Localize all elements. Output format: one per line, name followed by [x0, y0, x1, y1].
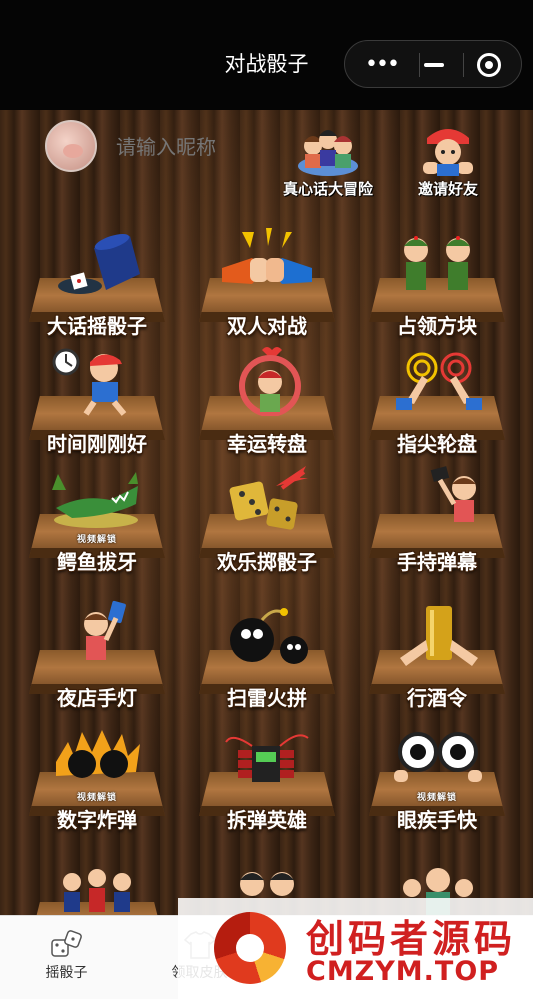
game-label: 占领方块	[397, 314, 477, 338]
game-label: 时间刚刚好	[47, 432, 147, 456]
tab-dice[interactable]: 摇骰子	[0, 916, 133, 999]
app-frame: 对战骰子 ••• 真心话大冒险	[0, 0, 533, 999]
game-label: 手持弹幕	[397, 550, 477, 574]
golden-dice-icon	[222, 464, 312, 534]
minimize-icon[interactable]	[424, 63, 444, 67]
watermark-text-en: CMZYM.TOP	[306, 956, 500, 987]
soldiers-icon	[392, 228, 482, 298]
game-tile-bomb-defuser[interactable]: 拆弹英雄	[192, 722, 342, 842]
game-label: 幸运转盘	[227, 432, 307, 456]
avatar[interactable]	[45, 120, 97, 172]
game-tile-occupy-blocks[interactable]: 占领方块	[362, 228, 512, 348]
game-label: 双人对战	[227, 314, 307, 338]
crocodile-icon	[52, 464, 142, 534]
mini-program-capsule: •••	[344, 40, 522, 88]
watermark-logo	[214, 912, 286, 984]
game-tile-number-bomb[interactable]: 视频解锁 数字炸弹	[22, 722, 172, 842]
game-label: 扫雷火拼	[227, 686, 307, 710]
wine-glass-icon	[392, 600, 482, 670]
game-label: 大话摇骰子	[47, 314, 147, 338]
dice-cup-icon	[52, 228, 142, 298]
bomb-icon	[222, 600, 312, 670]
video-unlock-badge: 视频解锁	[76, 535, 117, 545]
game-tile-just-in-time[interactable]: 时间刚刚好	[22, 346, 172, 466]
game-label: 数字炸弹	[57, 808, 137, 832]
number-bomb-icon	[52, 722, 142, 792]
game-tile-quick-eyes[interactable]: 视频解锁 眼疾手快	[362, 722, 512, 842]
video-unlock-badge: 视频解锁	[416, 793, 457, 803]
game-tile-happy-dice[interactable]: 欢乐掷骰子	[192, 464, 342, 584]
roulette-icon	[222, 346, 312, 417]
game-label: 鳄鱼拔牙	[57, 550, 137, 574]
clock-boy-icon	[52, 346, 142, 416]
game-label: 指尖轮盘	[397, 432, 477, 456]
fist-bump-icon	[222, 228, 312, 298]
team-icon	[52, 852, 142, 922]
game-label: 眼疾手快	[397, 808, 477, 832]
game-label: 行酒令	[407, 686, 467, 710]
title-bar: 对战骰子 •••	[0, 0, 533, 110]
watermark-text-cn: 创码者源码	[306, 917, 517, 961]
eyes-icon	[392, 722, 482, 792]
truth-or-dare-icon	[293, 120, 363, 178]
game-tile-liars-dice[interactable]: 大话摇骰子	[22, 228, 172, 348]
more-icon[interactable]: •••	[365, 54, 401, 76]
capsule-divider	[419, 53, 420, 77]
game-label: 欢乐掷骰子	[217, 550, 317, 574]
dynamite-icon	[222, 722, 312, 792]
tab-label: 摇骰子	[45, 965, 88, 981]
finger-tap-icon	[392, 346, 482, 416]
card-boy-icon	[392, 464, 482, 534]
watermark: 创码者源码 CMZYM.TOP	[178, 898, 533, 999]
capsule-divider	[463, 53, 464, 77]
phone-light-icon	[52, 600, 142, 670]
game-tile-drinking-game[interactable]: 行酒令	[362, 600, 512, 720]
game-tile-handheld-danmaku[interactable]: 手持弹幕	[362, 464, 512, 584]
invite-friend-button[interactable]: 邀请好友	[406, 120, 490, 199]
game-tile-crocodile-teeth[interactable]: 视频解锁 鳄鱼拔牙	[22, 464, 172, 584]
game-label: 夜店手灯	[57, 686, 137, 710]
nickname-input[interactable]	[116, 133, 276, 161]
invite-friend-label: 邀请好友	[417, 180, 478, 198]
close-icon[interactable]	[477, 53, 501, 77]
game-label: 拆弹英雄	[227, 808, 307, 832]
game-tile-duel[interactable]: 双人对战	[192, 228, 342, 348]
game-tile-club-light[interactable]: 夜店手灯	[22, 600, 172, 720]
dice-icon	[50, 930, 84, 960]
truth-or-dare-label: 真心话大冒险	[282, 180, 373, 198]
game-tile-lucky-wheel[interactable]: 幸运转盘	[192, 346, 342, 466]
game-tile-finger-roulette[interactable]: 指尖轮盘	[362, 346, 512, 466]
invite-friend-icon	[413, 120, 483, 178]
truth-or-dare-button[interactable]: 真心话大冒险	[276, 120, 380, 199]
game-tile-minesweeper[interactable]: 扫雷火拼	[192, 600, 342, 720]
video-unlock-badge: 视频解锁	[76, 793, 117, 803]
